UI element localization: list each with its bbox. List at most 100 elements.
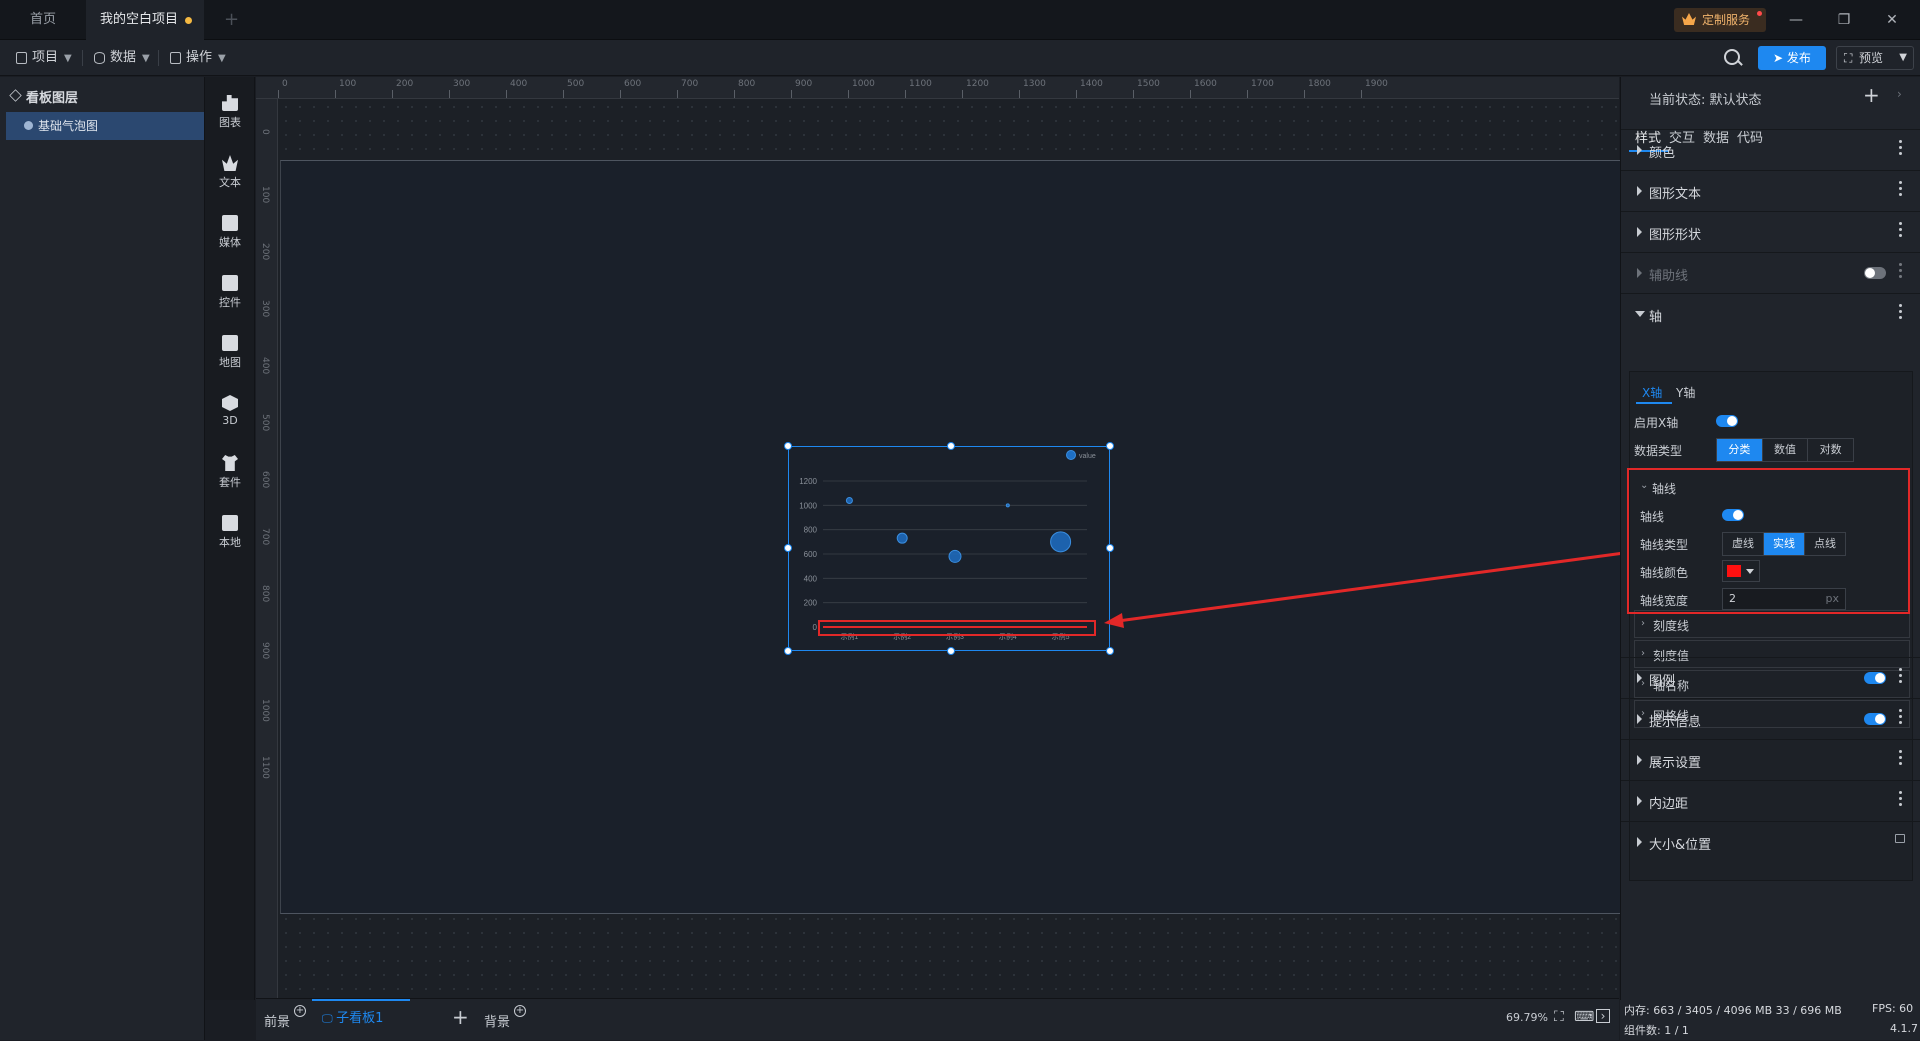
section-shape-text[interactable]: 图形文本 bbox=[1621, 170, 1920, 210]
menu-project[interactable]: 项目 ▼ bbox=[14, 48, 72, 68]
more-icon[interactable] bbox=[1899, 304, 1903, 322]
component-map[interactable]: 地图 bbox=[205, 327, 255, 377]
ruler-tick-label: 1100 bbox=[260, 756, 270, 779]
component-chart[interactable]: 图表 bbox=[205, 87, 255, 137]
add-foreground-icon[interactable]: + bbox=[294, 1005, 306, 1017]
section-guide-line[interactable]: 辅助线 bbox=[1621, 252, 1920, 292]
section-shape[interactable]: 图形形状 bbox=[1621, 211, 1920, 251]
component-3d[interactable]: 3D bbox=[205, 387, 255, 437]
tab-project[interactable]: 我的空白项目 bbox=[86, 0, 204, 40]
more-icon[interactable] bbox=[1899, 668, 1903, 686]
more-icon[interactable] bbox=[1899, 181, 1903, 199]
new-tab-button[interactable]: + bbox=[210, 0, 253, 40]
zoom-level[interactable]: 69.79% bbox=[1506, 1011, 1548, 1024]
monitor-icon: 🖵 bbox=[322, 1012, 337, 1025]
ruler-left: 0 100 200 300 400 500 600 700 800 900 1000 1100 bbox=[256, 99, 278, 998]
tooltip-toggle[interactable] bbox=[1864, 713, 1886, 725]
component-text[interactable]: 文本 bbox=[205, 147, 255, 197]
tab-y-axis[interactable]: Y轴 bbox=[1676, 384, 1695, 401]
active-axis-indicator bbox=[1636, 402, 1672, 404]
divider bbox=[82, 50, 83, 66]
section-label: 图例 bbox=[1649, 674, 1676, 689]
section-display[interactable]: 展示设置 bbox=[1621, 739, 1920, 779]
bubble-point bbox=[948, 549, 962, 563]
ruler-tick-label: 800 bbox=[260, 585, 270, 603]
resize-handle[interactable] bbox=[947, 442, 955, 450]
preview-button[interactable]: ⛶ 预览 ▼ bbox=[1836, 46, 1914, 70]
component-control[interactable]: 控件 bbox=[205, 267, 255, 317]
caret-down-icon bbox=[1635, 311, 1645, 317]
section-color[interactable]: 颜色 bbox=[1621, 129, 1920, 169]
layer-item-bubble-chart[interactable]: 基础气泡图 bbox=[6, 112, 204, 140]
component-media[interactable]: 媒体 bbox=[205, 207, 255, 257]
add-background-icon[interactable]: + bbox=[514, 1005, 526, 1017]
tab-foreground[interactable]: 前景 bbox=[264, 1011, 290, 1030]
section-size-position[interactable]: 大小&位置 bbox=[1621, 821, 1920, 861]
enable-x-toggle[interactable] bbox=[1716, 415, 1738, 427]
section-legend[interactable]: 图例 bbox=[1621, 657, 1920, 697]
fit-screen-icon[interactable]: ⛶ bbox=[1554, 1009, 1564, 1025]
ruler-tick-label: 100 bbox=[260, 186, 270, 204]
section-padding[interactable]: 内边距 bbox=[1621, 780, 1920, 820]
current-state-label: 当前状态: 默认状态 bbox=[1649, 93, 1762, 108]
resize-handle[interactable] bbox=[784, 647, 792, 655]
section-label: 展示设置 bbox=[1649, 756, 1702, 771]
ruler-tick-label: 1800 bbox=[1308, 79, 1331, 89]
bubble-chart-icon bbox=[24, 121, 33, 130]
restore-icon[interactable]: ❐ bbox=[1834, 10, 1854, 30]
keyboard-icon[interactable]: ⌨ bbox=[1574, 1009, 1594, 1025]
publish-button[interactable]: ➤ 发布 bbox=[1758, 46, 1826, 70]
menu-data[interactable]: 数据 ▼ bbox=[92, 48, 150, 68]
add-state-button[interactable]: + bbox=[1863, 83, 1880, 107]
divider bbox=[158, 50, 159, 66]
close-icon[interactable]: ✕ bbox=[1882, 10, 1902, 30]
chevron-right-icon[interactable]: › bbox=[1897, 87, 1902, 101]
data-type-segmented[interactable]: 分类 数值 对数 bbox=[1716, 438, 1854, 462]
tab-background[interactable]: 背景 bbox=[484, 1011, 510, 1030]
ruler-tick-label: 900 bbox=[795, 79, 813, 89]
more-icon[interactable] bbox=[1899, 140, 1903, 158]
lock-icon[interactable] bbox=[1895, 834, 1905, 843]
tab-x-axis[interactable]: X轴 bbox=[1642, 384, 1662, 401]
caret-right-icon bbox=[1637, 673, 1642, 683]
resize-handle[interactable] bbox=[1106, 442, 1114, 450]
legend-toggle[interactable] bbox=[1864, 672, 1886, 684]
resize-handle[interactable] bbox=[1106, 647, 1114, 655]
option-log[interactable]: 对数 bbox=[1808, 439, 1853, 461]
more-icon[interactable] bbox=[1899, 222, 1903, 240]
add-board-button[interactable]: + bbox=[452, 1005, 469, 1029]
annotation-highlight-box bbox=[818, 620, 1096, 636]
minimize-icon[interactable]: — bbox=[1786, 10, 1806, 30]
tab-home[interactable]: 首页 bbox=[0, 0, 86, 40]
subsection-tick-line[interactable]: › 刻度线 bbox=[1634, 610, 1910, 638]
more-icon[interactable] bbox=[1899, 750, 1903, 768]
chevron-down-icon: ▼ bbox=[218, 53, 226, 64]
more-icon[interactable] bbox=[1899, 263, 1903, 281]
ruler-tick-label: 1700 bbox=[1251, 79, 1274, 89]
component-kit[interactable]: 套件 bbox=[205, 447, 255, 497]
terminal-icon[interactable]: › bbox=[1596, 1009, 1610, 1023]
tab-sub-board[interactable]: 🖵 子看板1 bbox=[312, 999, 410, 1041]
custom-service-label: 定制服务 bbox=[1702, 13, 1751, 27]
resize-handle[interactable] bbox=[1106, 544, 1114, 552]
option-category[interactable]: 分类 bbox=[1717, 439, 1763, 461]
more-icon[interactable] bbox=[1899, 709, 1903, 727]
resize-handle[interactable] bbox=[947, 647, 955, 655]
resize-handle[interactable] bbox=[784, 442, 792, 450]
status-bar: 内存: 663 / 3405 / 4096 MB 33 / 696 MB FPS… bbox=[1620, 1000, 1920, 1040]
more-icon[interactable] bbox=[1899, 791, 1903, 809]
custom-service-button[interactable]: 定制服务 bbox=[1674, 8, 1766, 32]
component-local[interactable]: 本地 bbox=[205, 507, 255, 557]
layer-panel-title-label: 看板图层 bbox=[26, 91, 79, 106]
tab-background-label: 背景 bbox=[484, 1015, 511, 1030]
search-icon[interactable] bbox=[1724, 49, 1740, 65]
ruler-tick bbox=[620, 90, 621, 98]
section-label: 内边距 bbox=[1649, 797, 1689, 812]
menu-operation[interactable]: 操作 ▼ bbox=[168, 48, 226, 68]
resize-handle[interactable] bbox=[784, 544, 792, 552]
section-axis[interactable]: 轴 bbox=[1621, 293, 1920, 333]
guide-line-toggle[interactable] bbox=[1864, 267, 1886, 279]
option-value[interactable]: 数值 bbox=[1763, 439, 1809, 461]
section-tooltip[interactable]: 提示信息 bbox=[1621, 698, 1920, 738]
legend-label: value bbox=[1079, 453, 1096, 460]
